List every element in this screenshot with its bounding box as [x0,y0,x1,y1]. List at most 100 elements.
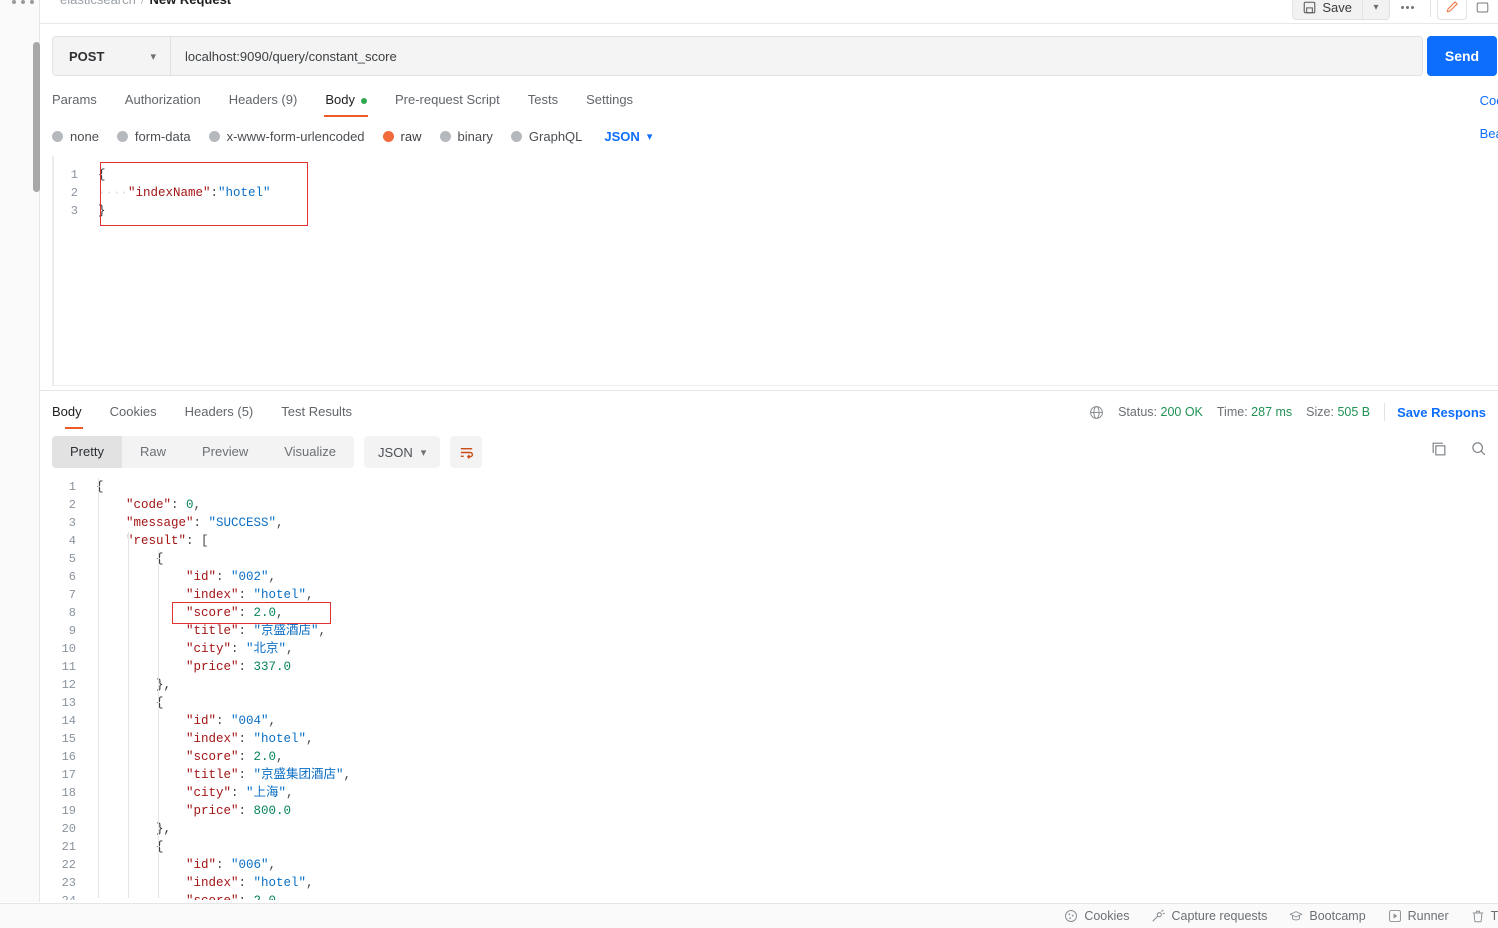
radio-icon [116,130,128,142]
word-wrap-icon [458,444,475,461]
body-type-radio-graphql[interactable]: GraphQL [510,128,583,144]
code-token: "score" [186,750,239,764]
code-token: "index" [186,876,239,890]
response-tabs: Body Cookies Headers (5) Test Results [52,400,366,429]
response-view-raw[interactable]: Raw [122,436,184,468]
request-tab-label: Settings [586,92,634,107]
statusbar-bootcamp[interactable]: Bootcamp [1289,909,1366,923]
request-tab-pre-request-script[interactable]: Pre-request Script [381,88,514,114]
code-line-text: ····"indexName":"hotel" [88,184,271,202]
word-wrap-button[interactable] [450,436,483,468]
response-tab-test-results[interactable]: Test Results [267,400,366,426]
request-tab-headers-9[interactable]: Headers (9) [215,88,312,114]
body-type-label: form-data [134,128,191,144]
request-tab-authorization[interactable]: Authorization [111,88,215,114]
code-token: "score" [186,606,239,620]
line-number: 1 [70,168,78,182]
edit-request-button[interactable] [1437,0,1467,20]
radio-icon [382,130,394,142]
request-tab-params[interactable]: Params [52,88,111,114]
send-button[interactable]: Send [1427,36,1497,76]
line-number: 13 [61,696,76,710]
body-type-radio-form-data[interactable]: form-data [116,128,191,144]
request-tab-tests[interactable]: Tests [514,88,572,114]
response-view-pretty[interactable]: Pretty [52,436,122,468]
pane-divider[interactable] [40,390,1498,391]
http-method-select[interactable]: POST ▾ [53,37,171,75]
code-line-text: "score": 2.0 [86,892,276,900]
code-line-text: { [86,478,104,496]
response-format-select[interactable]: JSON ▾ [364,436,441,468]
code-token: : [216,570,232,584]
sidebar-scrollbar[interactable] [33,42,40,192]
left-sidebar-rail [0,0,40,902]
code-token: : [193,516,209,530]
breadcrumb-collection[interactable]: elasticsearch [60,0,136,7]
response-tab-cookies[interactable]: Cookies [96,400,171,426]
url-input[interactable] [171,37,1422,75]
request-body-surface[interactable]: 1{2 ····"indexName":"hotel" 3} [53,156,1498,386]
radio-icon [510,130,522,142]
request-tab-settings[interactable]: Settings [572,88,647,114]
code-token: "id" [186,858,217,872]
search-icon[interactable] [1470,440,1488,458]
response-body-viewer[interactable]: 1{2 "code": 0, 3 "message": "SUCCESS", 4 "res… [52,476,1498,900]
response-view-visualize[interactable]: Visualize [266,436,354,468]
code-token: "hotel" [218,186,271,200]
code-token: : [238,624,254,638]
code-token: , [306,732,314,746]
save-button[interactable]: Save [1292,0,1362,20]
body-type-radio-x-www-form-urlencoded[interactable]: x-www-form-urlencoded [208,129,365,144]
code-line: 8 "score": 2.0, [52,604,1498,622]
http-method-value: POST [69,48,105,64]
statusbar-capture-requests[interactable]: Capture requests [1151,909,1267,923]
code-token: "hotel" [253,588,307,602]
response-tab-body[interactable]: Body [52,400,96,429]
save-dropdown-button[interactable]: ▾ [1362,0,1390,20]
raw-format-select[interactable]: JSON ▾ [604,129,652,144]
code-line: 24"score": 2.0 [52,892,1498,900]
body-type-radio-binary[interactable]: binary [439,129,493,144]
code-line: 11 "price": 337.0 [52,658,1498,676]
save-response-button[interactable]: Save Respons [1397,405,1486,420]
cookies-link[interactable]: Cook [1480,88,1498,114]
breadcrumb-request-name[interactable]: New Request [150,0,232,7]
response-tab-headers-5[interactable]: Headers (5) [171,400,268,426]
line-number: 21 [61,840,76,854]
code-token: ···· [98,186,129,200]
line-number: 3 [68,516,76,530]
statusbar-tr[interactable]: Tr [1471,909,1498,923]
body-type-radio-raw[interactable]: raw [382,129,422,144]
code-token: : [238,768,254,782]
line-number: 24 [52,892,86,900]
code-line: 4 "result": [ [52,532,1498,550]
body-type-label: GraphQL [528,128,583,144]
more-options-button[interactable] [1390,0,1424,20]
line-number: 20 [61,822,76,836]
response-view-preview[interactable]: Preview [184,436,266,468]
request-tab-label: Tests [527,92,559,107]
statusbar-label: Capture requests [1171,909,1268,923]
response-format-value: JSON [378,444,413,460]
request-body-editor[interactable]: 1{2 ····"indexName":"hotel" 3} [52,156,1498,386]
copy-icon[interactable] [1430,440,1448,458]
statusbar-cookies[interactable]: Cookies [1064,909,1129,923]
ellipsis-icon[interactable] [12,0,34,8]
code-line: 5{ [52,550,1498,568]
code-line-text: "city": "北京", [86,640,294,658]
code-line: 1{ [54,166,1498,184]
code-token: : [238,732,254,746]
code-line-text: "id": "004", [86,712,276,730]
layout-toggle-button[interactable] [1467,0,1497,20]
body-type-radio-none[interactable]: none [52,129,99,144]
panel-icon [1476,1,1489,14]
code-token: "京盛集团酒店" [253,768,344,782]
request-tab-body[interactable]: Body [311,88,381,117]
code-token: : [238,588,254,602]
beautify-link[interactable]: Beau [1480,126,1498,141]
line-number: 7 [68,588,76,602]
code-line: 18 "city": "上海", [52,784,1498,802]
raw-format-value: JSON [604,128,640,144]
statusbar-runner[interactable]: Runner [1388,909,1449,923]
statusbar-label: Tr [1490,909,1498,923]
